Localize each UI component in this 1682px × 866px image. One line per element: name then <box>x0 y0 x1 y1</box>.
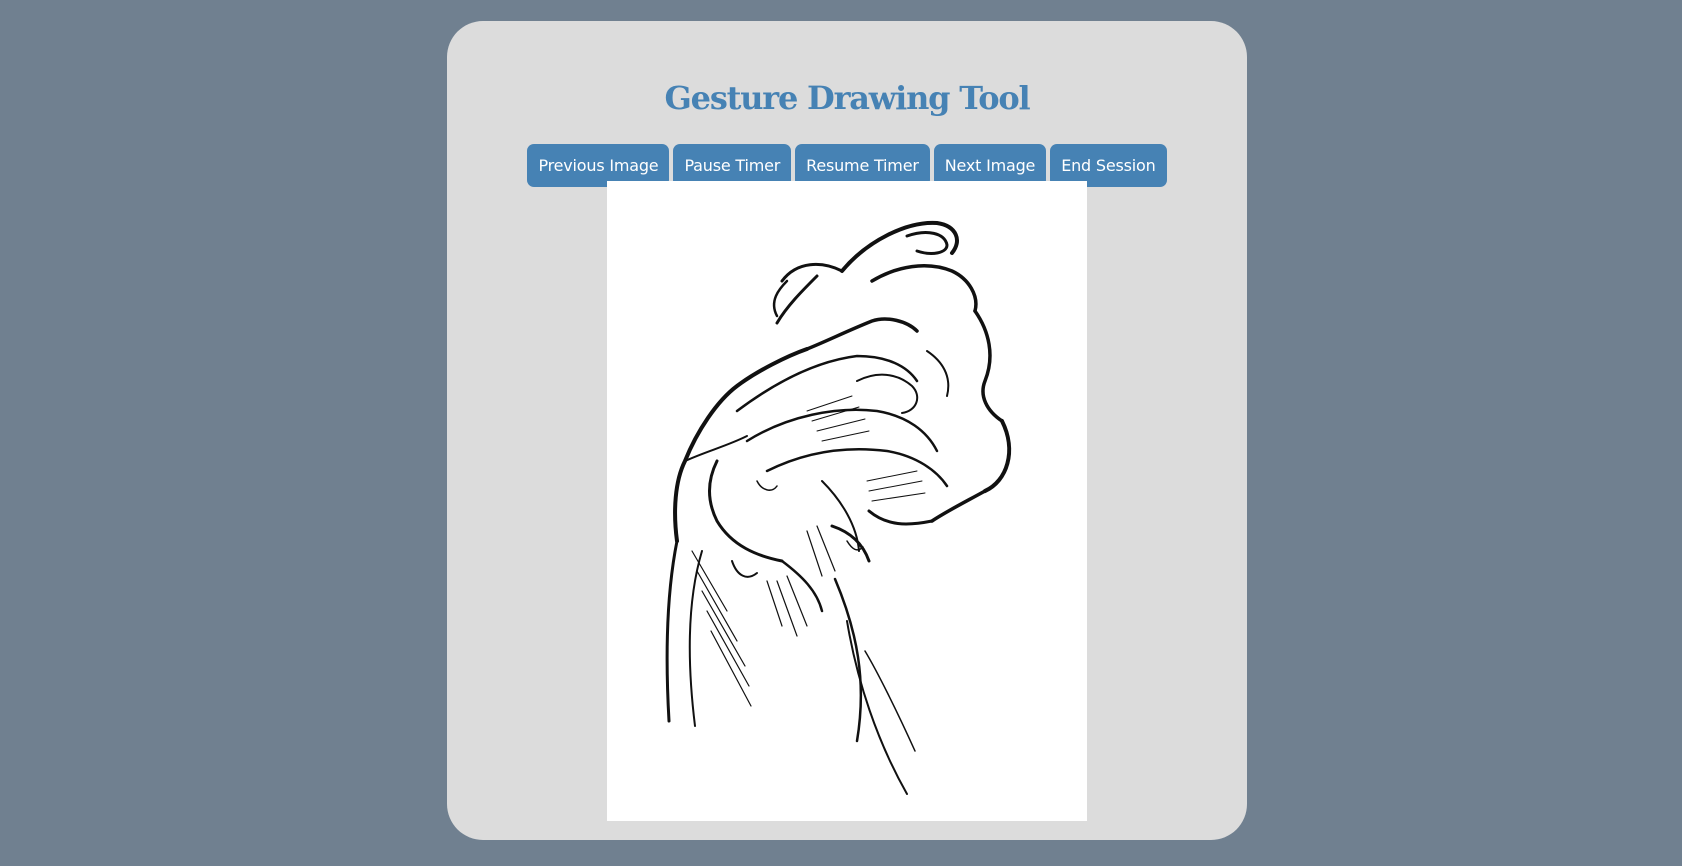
page-title: Gesture Drawing Tool <box>664 79 1031 117</box>
reference-image <box>607 181 1087 821</box>
hand-sketch-illustration <box>665 220 1012 795</box>
